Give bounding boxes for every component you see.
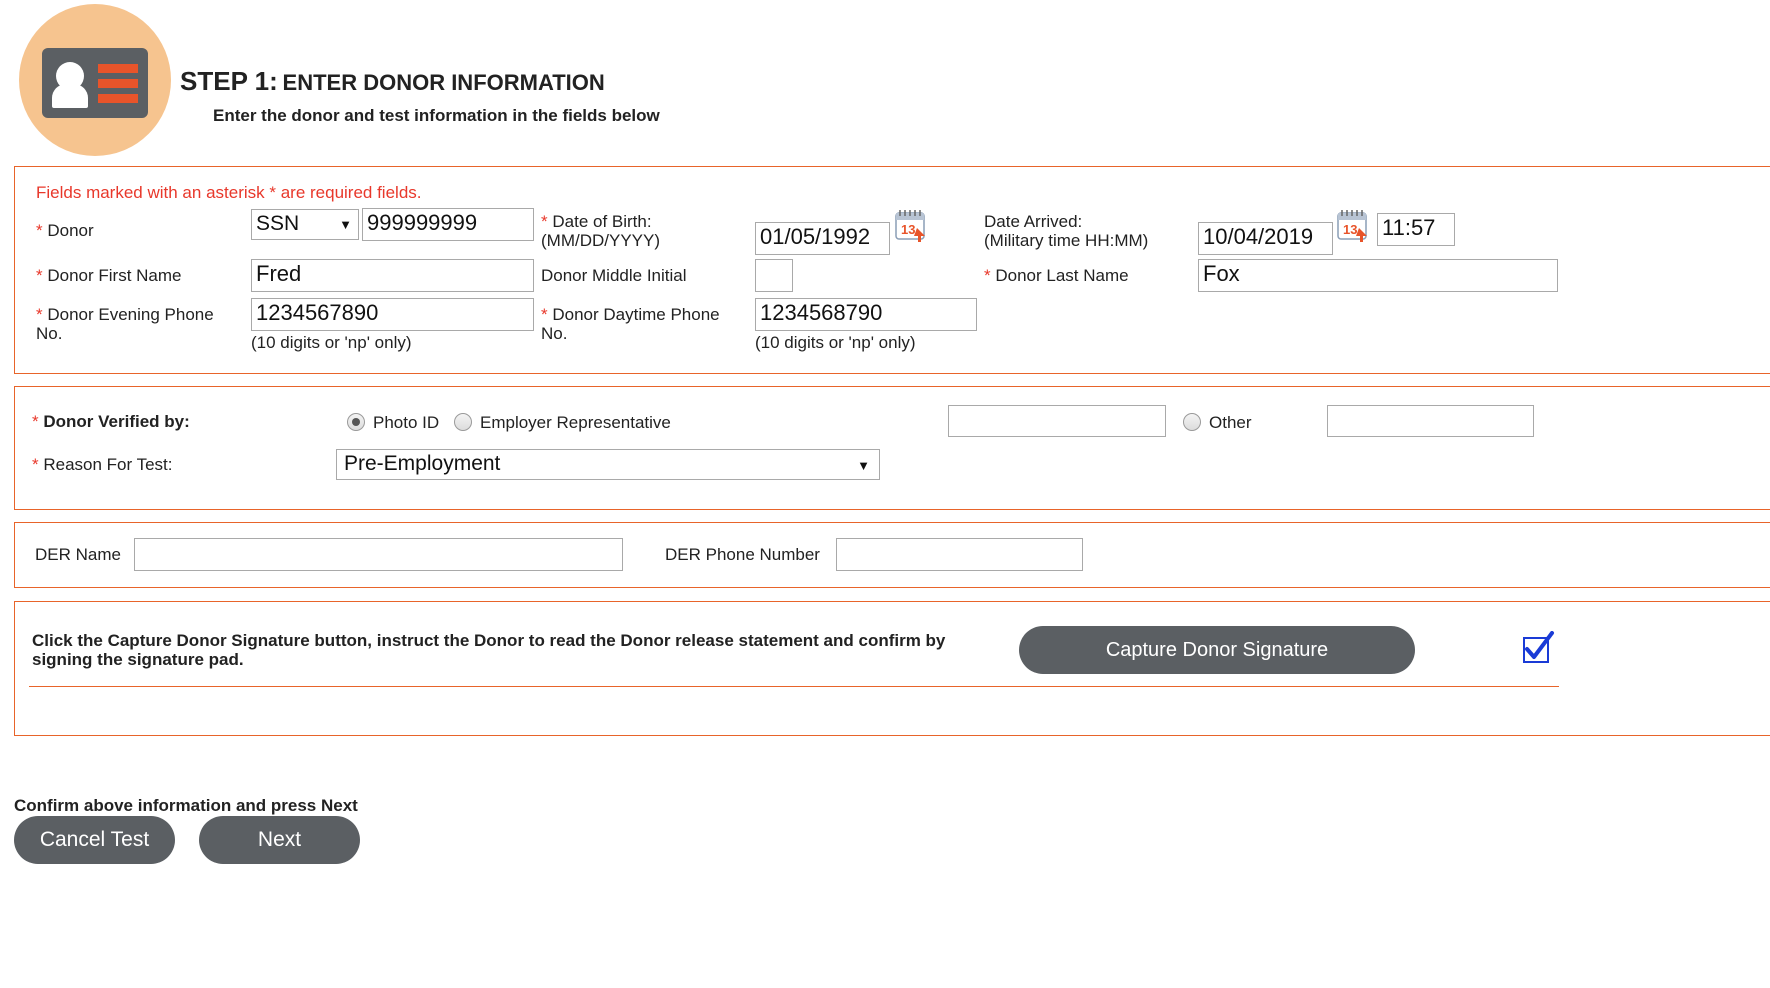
evening-phone-input[interactable]: 1234567890 xyxy=(251,298,534,331)
first-name-label: * Donor First Name xyxy=(36,266,182,285)
daytime-phone-hint: (10 digits or 'np' only) xyxy=(755,333,916,352)
employer-representative-radio[interactable] xyxy=(454,413,472,431)
employer-representative-label[interactable]: Employer Representative xyxy=(480,413,671,433)
photo-id-label[interactable]: Photo ID xyxy=(373,413,439,433)
dob-label: * Date of Birth: (MM/DD/YYYY) xyxy=(541,212,660,250)
middle-initial-input[interactable] xyxy=(755,259,793,292)
evening-phone-label: * Donor Evening Phone No. xyxy=(36,305,214,343)
employer-representative-input[interactable] xyxy=(948,405,1166,437)
signature-divider xyxy=(29,686,1559,687)
next-button[interactable]: Next xyxy=(199,816,360,864)
signature-instructions: Click the Capture Donor Signature button… xyxy=(32,631,946,669)
step-title: ENTER DONOR INFORMATION xyxy=(282,70,605,95)
evening-phone-hint: (10 digits or 'np' only) xyxy=(251,333,412,352)
svg-text:13: 13 xyxy=(1343,222,1357,237)
date-arrived-label: Date Arrived: (Military time HH:MM) xyxy=(984,212,1149,250)
chevron-down-icon: ▼ xyxy=(339,217,352,232)
required-fields-note: Fields marked with an asterisk * are req… xyxy=(36,183,422,202)
first-name-input[interactable]: Fred xyxy=(251,259,534,292)
der-name-input[interactable] xyxy=(134,538,623,571)
der-phone-input[interactable] xyxy=(836,538,1083,571)
last-name-input[interactable]: Fox xyxy=(1198,259,1558,292)
calendar-icon[interactable]: 13 xyxy=(893,208,929,244)
other-input[interactable] xyxy=(1327,405,1534,437)
photo-id-radio[interactable] xyxy=(347,413,365,431)
date-arrived-input[interactable]: 10/04/2019 xyxy=(1198,222,1333,255)
reason-for-test-select[interactable]: Pre-Employment ▼ xyxy=(336,449,880,480)
der-name-label: DER Name xyxy=(35,545,121,564)
reason-for-test-label: * Reason For Test: xyxy=(32,455,173,474)
cancel-test-button[interactable]: Cancel Test xyxy=(14,816,175,864)
step-number: STEP 1: xyxy=(180,66,278,96)
signature-captured-checkbox[interactable] xyxy=(1521,631,1555,665)
daytime-phone-input[interactable]: 1234568790 xyxy=(755,298,977,331)
required-asterisk: * xyxy=(36,221,43,240)
donor-id-input[interactable]: 999999999 xyxy=(362,208,534,241)
daytime-phone-label: * Donor Daytime Phone No. xyxy=(541,305,720,343)
calendar-icon[interactable]: 13 xyxy=(1335,208,1371,244)
svg-text:13: 13 xyxy=(901,222,915,237)
dob-input[interactable]: 01/05/1992 xyxy=(755,222,890,255)
confirm-text: Confirm above information and press Next xyxy=(14,796,358,815)
page-title: STEP 1: ENTER DONOR INFORMATION xyxy=(180,66,605,97)
page-subtitle: Enter the donor and test information in … xyxy=(213,106,660,125)
capture-donor-signature-button[interactable]: Capture Donor Signature xyxy=(1019,626,1415,674)
donor-id-card-icon xyxy=(19,4,171,156)
chevron-down-icon: ▼ xyxy=(857,458,870,473)
donor-id-type-select[interactable]: SSN ▼ xyxy=(251,209,359,240)
middle-initial-label: Donor Middle Initial xyxy=(541,266,687,285)
time-arrived-input[interactable]: 11:57 xyxy=(1377,213,1455,246)
last-name-label: * Donor Last Name xyxy=(984,266,1129,285)
other-radio[interactable] xyxy=(1183,413,1201,431)
other-label[interactable]: Other xyxy=(1209,413,1252,433)
donor-label: * Donor xyxy=(36,221,94,240)
verified-by-label: * Donor Verified by: xyxy=(32,412,190,431)
der-phone-label: DER Phone Number xyxy=(665,545,820,564)
